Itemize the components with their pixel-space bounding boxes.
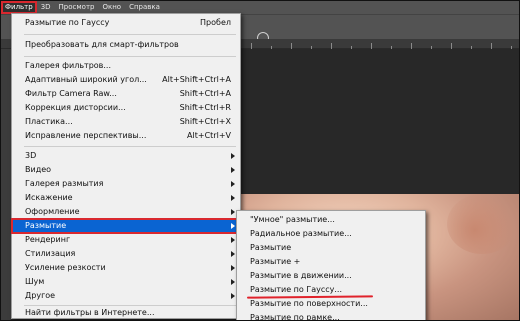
photoshop-window: Фильтр 3D Просмотр Окно Справка Размытие… — [0, 0, 520, 321]
menu-item-blur[interactable]: Размытие — [11, 218, 241, 234]
submenu-arrow-icon — [231, 209, 235, 215]
menu-item-vanishing-point[interactable]: Исправление перспективы... Alt+Ctrl+V — [12, 129, 240, 143]
filter-menu: Размытие по Гауссу Пробел Преобразовать … — [11, 13, 241, 319]
menu-item-3d[interactable]: 3D — [12, 149, 240, 163]
blur-submenu: "Умное" размытие... Радиальное размытие.… — [236, 210, 426, 320]
menu-item-stylize[interactable]: Стилизация — [12, 247, 240, 261]
menu-item-noise[interactable]: Шум — [12, 275, 240, 289]
submenu-arrow-icon — [231, 223, 235, 229]
submenu-arrow-icon — [231, 153, 235, 159]
menu-item-camera-raw[interactable]: Фильтр Camera Raw... Shift+Ctrl+A — [12, 87, 240, 101]
submenu-arrow-icon — [231, 167, 235, 173]
submenu-item-smart-blur[interactable]: "Умное" размытие... — [237, 213, 425, 227]
menu-separator — [24, 34, 236, 35]
menu-item-video[interactable]: Видео — [12, 163, 240, 177]
submenu-arrow-icon — [231, 195, 235, 201]
menu-item-sharpen[interactable]: Усиление резкости — [12, 261, 240, 275]
submenu-arrow-icon — [231, 279, 235, 285]
menu-item-blur-gallery[interactable]: Галерея размытия — [12, 177, 240, 191]
menu-item-other[interactable]: Другое — [12, 289, 240, 303]
submenu-item-box-blur[interactable]: Размытие по рамке... — [237, 311, 425, 320]
submenu-arrow-icon — [231, 265, 235, 271]
submenu-item-surface-blur[interactable]: Размытие по поверхности... — [237, 297, 425, 311]
menu-separator — [24, 146, 236, 147]
submenu-arrow-icon — [231, 293, 235, 299]
menu-item-distort[interactable]: Искажение — [12, 191, 240, 205]
menu-item-adaptive-wide-angle[interactable]: Адаптивный широкий угол... Alt+Shift+Ctr… — [12, 73, 240, 87]
submenu-item-radial-blur[interactable]: Радиальное размытие... — [237, 227, 425, 241]
menu-item-render[interactable]: Рендеринг — [12, 233, 240, 247]
menu-separator — [24, 56, 236, 57]
menu-item-browse-filters-online[interactable]: Найти фильтры в Интернете... — [12, 306, 240, 320]
tools-panel — [1, 49, 11, 320]
submenu-item-blur[interactable]: Размытие — [237, 241, 425, 255]
menu-item-liquify[interactable]: Пластика... Shift+Ctrl+X — [12, 115, 240, 129]
menu-item-last-filter[interactable]: Размытие по Гауссу Пробел — [12, 16, 240, 30]
submenu-arrow-icon — [231, 251, 235, 257]
menu-item-smart-filters[interactable]: Преобразовать для смарт-фильтров — [12, 38, 240, 52]
submenu-arrow-icon — [231, 237, 235, 243]
menu-item-stylize-design[interactable]: Оформление — [12, 205, 240, 219]
submenu-arrow-icon — [231, 181, 235, 187]
menu-item-filter-gallery[interactable]: Галерея фильтров... — [12, 59, 240, 73]
submenu-item-blur-more[interactable]: Размытие + — [237, 255, 425, 269]
submenu-item-motion-blur[interactable]: Размытие в движении... — [237, 269, 425, 283]
menu-item-lens-correction[interactable]: Коррекция дисторсии... Shift+Ctrl+R — [12, 101, 240, 115]
